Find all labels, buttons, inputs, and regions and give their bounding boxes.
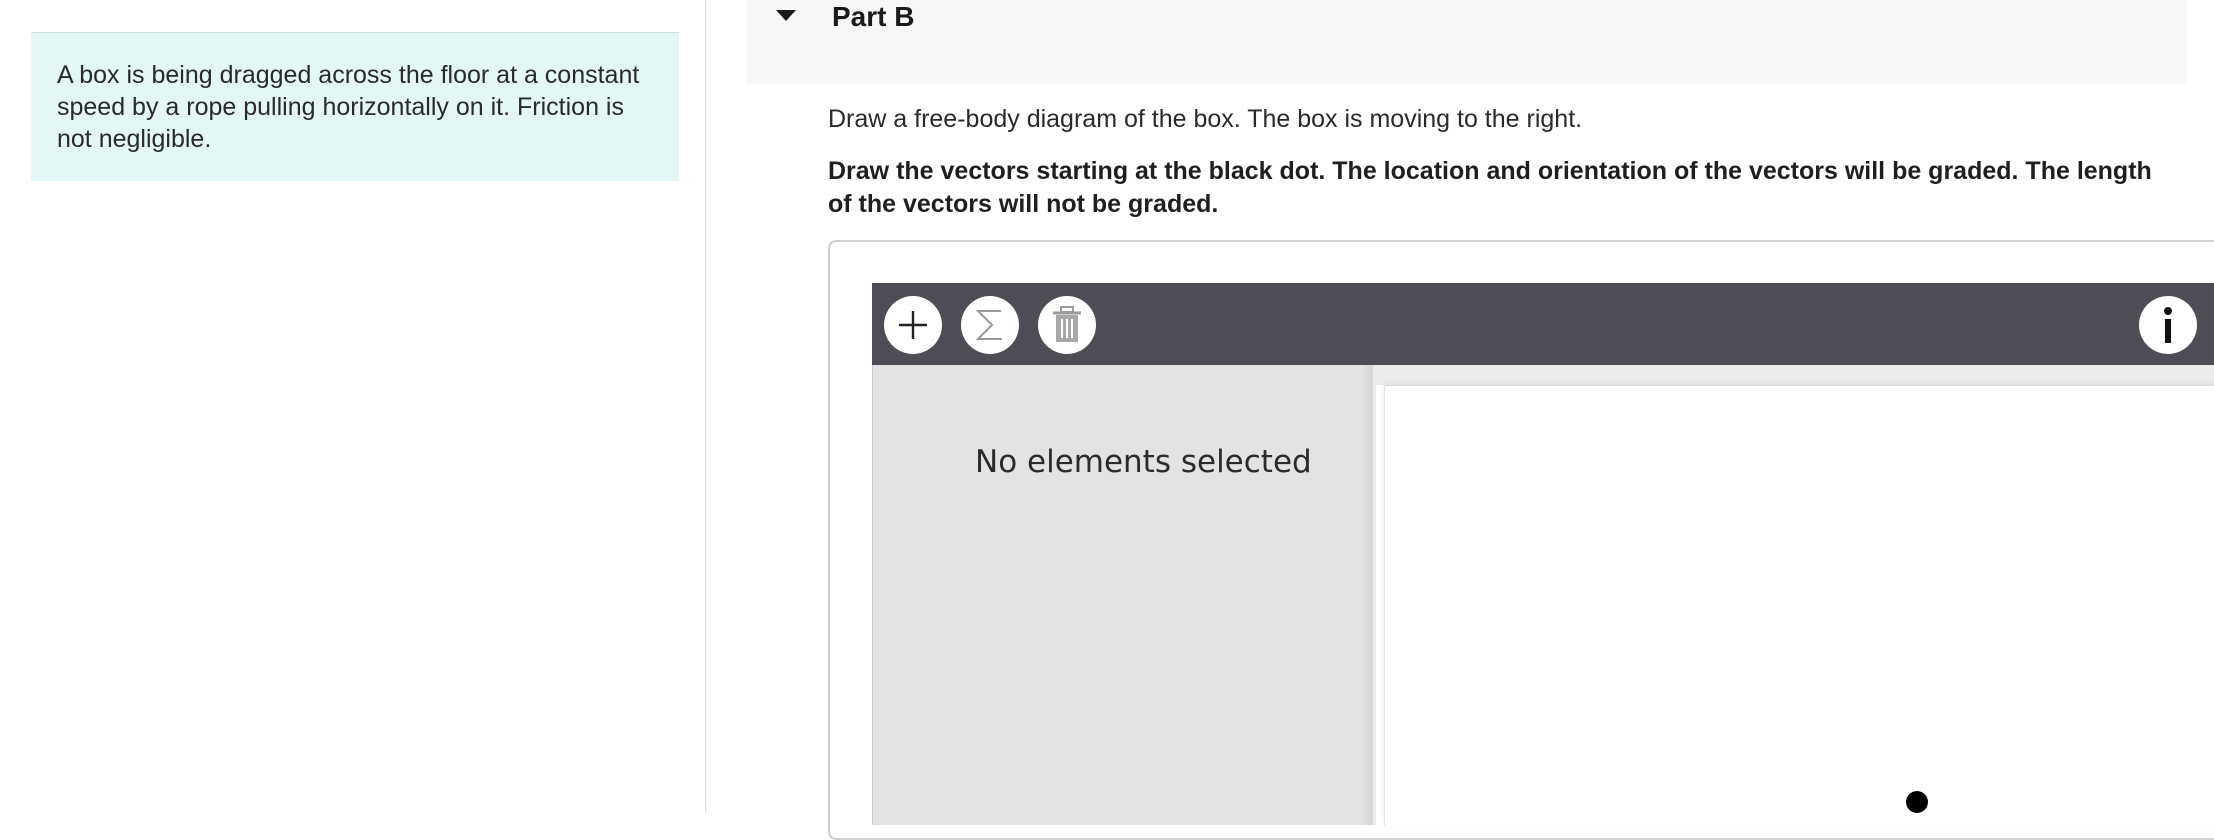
trash-icon xyxy=(1053,306,1081,342)
instruction-prompt: Draw a free-body diagram of the box. The… xyxy=(828,105,1583,133)
problem-pane: A box is being dragged across the floor … xyxy=(0,0,706,812)
info-icon xyxy=(2164,307,2172,343)
info-button[interactable] xyxy=(2139,296,2197,354)
part-header[interactable] xyxy=(747,0,2187,84)
vector-origin-dot[interactable] xyxy=(1906,791,1928,813)
problem-text: A box is being dragged across the floor … xyxy=(57,61,640,153)
panel-shadow xyxy=(1362,365,1376,825)
add-vector-button[interactable] xyxy=(884,296,942,354)
pane-divider[interactable] xyxy=(705,0,706,812)
selection-status: No elements selected xyxy=(975,444,1312,480)
problem-statement: A box is being dragged across the floor … xyxy=(31,32,679,181)
delete-button[interactable] xyxy=(1038,296,1096,354)
part-title: Part B xyxy=(832,1,915,32)
vector-sum-button[interactable] xyxy=(961,296,1019,354)
canvas-border xyxy=(1376,365,2214,385)
drawing-canvas[interactable] xyxy=(1384,385,2214,826)
plus-icon xyxy=(899,311,927,339)
sigma-icon xyxy=(975,310,1002,340)
collapse-caret-icon[interactable] xyxy=(776,10,796,21)
instruction-grading-note: Draw the vectors starting at the black d… xyxy=(828,157,2152,218)
properties-panel xyxy=(872,365,1373,825)
